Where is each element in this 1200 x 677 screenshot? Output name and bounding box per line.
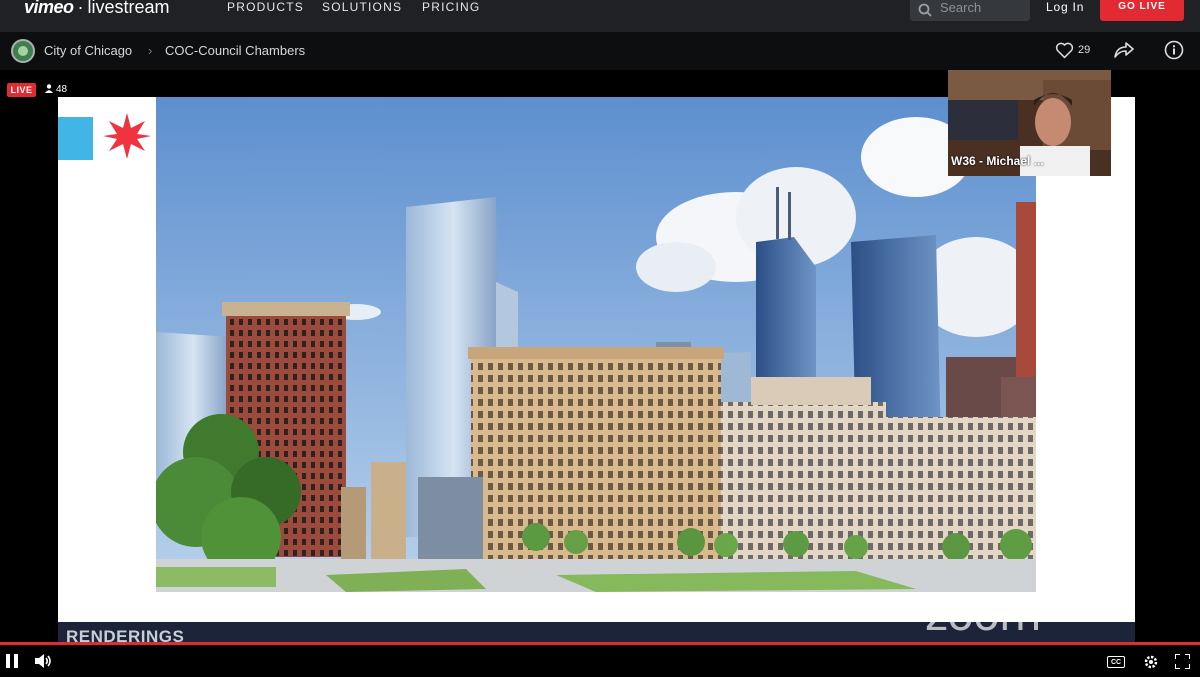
player-controls: CC bbox=[0, 645, 1200, 677]
search-icon bbox=[918, 3, 932, 17]
settings-gear-icon[interactable] bbox=[1143, 654, 1159, 670]
architectural-rendering-image bbox=[156, 97, 1036, 592]
info-icon[interactable] bbox=[1164, 40, 1184, 60]
viewer-count: 48 bbox=[56, 84, 68, 95]
chicago-star-icon bbox=[103, 113, 151, 159]
closed-captions-button[interactable]: CC bbox=[1107, 656, 1125, 668]
nav-products[interactable]: PRODUCTS bbox=[227, 0, 304, 14]
search-input[interactable]: Search bbox=[910, 0, 1030, 21]
participant-video-thumbnail: W36 - Michael ... bbox=[948, 70, 1111, 176]
video-player[interactable]: RENDERINGS W36 - Michael ... zoom LIVE 4… bbox=[0, 70, 1200, 677]
breadcrumb-event: COC-Council Chambers bbox=[165, 43, 306, 58]
fullscreen-icon[interactable] bbox=[1175, 654, 1190, 669]
live-badge: LIVE bbox=[7, 83, 36, 97]
vimeo-livestream-logo[interactable]: vimeo · livestream bbox=[24, 0, 170, 18]
heart-icon[interactable] bbox=[1055, 42, 1074, 59]
top-navigation: vimeo · livestream PRODUCTS SOLUTIONS PRIC… bbox=[0, 0, 1200, 32]
like-count: 29 bbox=[1078, 44, 1091, 56]
event-bar: City of Chicago › COC-Council Chambers 2… bbox=[0, 32, 1200, 96]
nav-solutions[interactable]: SOLUTIONS bbox=[322, 0, 402, 14]
pause-icon[interactable] bbox=[6, 654, 18, 668]
participant-name: W36 - Michael ... bbox=[951, 154, 1044, 168]
chevron-right-icon: › bbox=[148, 43, 153, 58]
nav-pricing[interactable]: PRICING bbox=[422, 0, 480, 14]
zoom-watermark: zoom bbox=[925, 590, 1042, 641]
user-icon bbox=[45, 84, 53, 93]
go-live-button[interactable]: GO LIVE bbox=[1100, 0, 1184, 21]
search-placeholder: Search bbox=[940, 0, 982, 15]
city-seal-avatar[interactable] bbox=[11, 39, 35, 63]
chicago-flag-stripe bbox=[58, 117, 93, 160]
login-link[interactable]: Log In bbox=[1046, 0, 1084, 14]
volume-icon[interactable] bbox=[35, 654, 53, 668]
presentation-slide: RENDERINGS bbox=[58, 97, 1135, 646]
viewer-count-badge: 48 bbox=[42, 83, 71, 97]
breadcrumb-channel[interactable]: City of Chicago bbox=[44, 43, 132, 58]
share-icon[interactable] bbox=[1114, 41, 1134, 59]
